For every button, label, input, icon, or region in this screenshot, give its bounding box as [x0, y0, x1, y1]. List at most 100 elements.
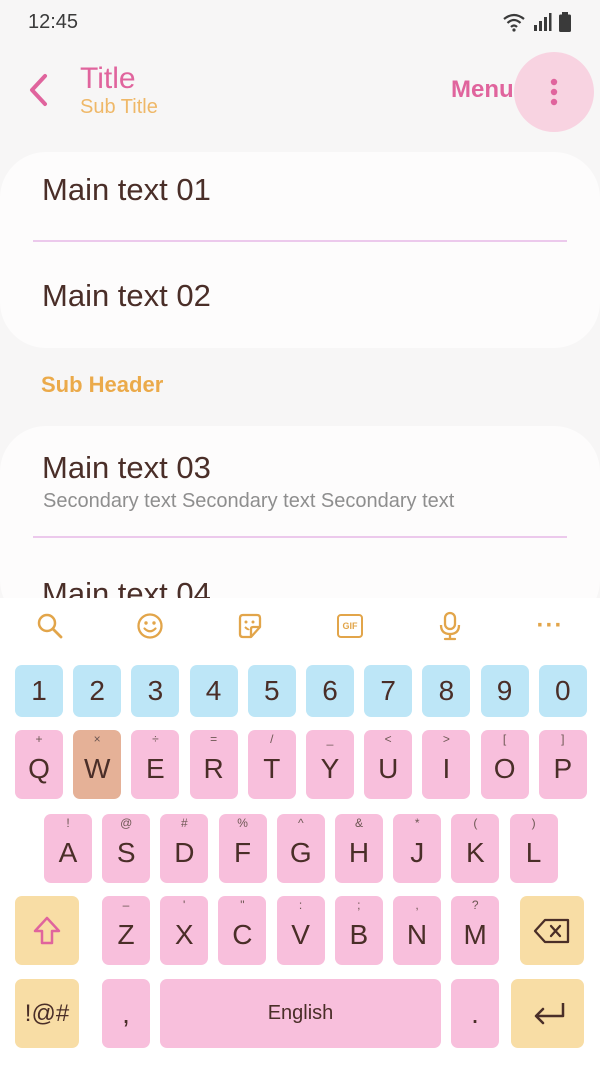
- key-p[interactable]: ] P: [538, 730, 587, 799]
- key-label: Y: [320, 752, 340, 784]
- key-hint: %: [237, 816, 248, 830]
- key-d[interactable]: # D: [160, 814, 209, 883]
- keyboard-toolbar: GIF ···: [0, 598, 600, 654]
- key-y[interactable]: _ Y: [306, 730, 354, 799]
- key-label: Z: [117, 918, 135, 950]
- key-e[interactable]: ÷ E: [131, 730, 180, 799]
- key-h[interactable]: & H: [335, 814, 383, 883]
- key-hint: ,: [415, 898, 419, 912]
- key-6[interactable]: 6: [306, 665, 354, 717]
- search-button[interactable]: [32, 608, 68, 644]
- key-1[interactable]: 1: [15, 665, 63, 717]
- key-w[interactable]: × W: [73, 730, 122, 799]
- key-label: T: [263, 752, 281, 784]
- symbols-key[interactable]: !@#: [15, 979, 79, 1048]
- key-g[interactable]: ^ G: [276, 814, 325, 883]
- chevron-left-icon: [30, 74, 47, 106]
- key-label: D: [174, 836, 195, 868]
- emoji-icon: [137, 613, 163, 639]
- backspace-key[interactable]: [520, 896, 584, 965]
- key-hint: =: [210, 732, 218, 746]
- shift-key[interactable]: [15, 896, 79, 965]
- key-j[interactable]: * J: [393, 814, 442, 883]
- key-label: A: [58, 836, 78, 868]
- key-o[interactable]: [O: [480, 730, 529, 799]
- key-c[interactable]: " C: [218, 896, 267, 965]
- page-title: Title: [80, 62, 136, 95]
- gif-button[interactable]: GIF: [332, 608, 368, 644]
- key-label: P: [553, 752, 573, 784]
- list-card-2: Main text 03 Secondary text Secondary te…: [0, 426, 600, 626]
- key-3[interactable]: 3: [131, 665, 180, 717]
- search-icon: [37, 613, 63, 639]
- key-t[interactable]: / T: [247, 730, 296, 799]
- key-hint: ×: [93, 732, 101, 746]
- key-l[interactable]: ) L: [509, 814, 558, 883]
- key-label: R: [203, 752, 224, 784]
- enter-key[interactable]: [511, 979, 584, 1048]
- key-hint: ;: [357, 898, 361, 912]
- gif-icon: GIF: [337, 614, 363, 638]
- emoji-button[interactable]: [132, 608, 168, 644]
- key-label: C: [232, 918, 253, 950]
- key-k[interactable]: (K: [451, 814, 500, 883]
- key-5[interactable]: 5: [247, 665, 296, 717]
- key-0[interactable]: 0: [538, 665, 587, 717]
- key-9[interactable]: 9: [480, 665, 529, 717]
- space-key[interactable]: English: [160, 979, 441, 1048]
- key-u[interactable]: < U: [364, 730, 413, 799]
- status-time: 12:45: [28, 10, 79, 33]
- divider: [33, 536, 567, 538]
- key-hint: >: [442, 732, 450, 746]
- key-a[interactable]: ! A: [44, 814, 92, 883]
- list-item-3-secondary: Secondary text Secondary text Secondary …: [43, 490, 455, 512]
- back-button[interactable]: [20, 70, 56, 110]
- key-m[interactable]: ? M: [451, 896, 500, 965]
- key-hint: &: [354, 816, 363, 830]
- comma-key[interactable]: ,: [102, 979, 150, 1048]
- key-f[interactable]: % F: [218, 814, 267, 883]
- sticker-button[interactable]: [232, 608, 268, 644]
- key-hint: :: [298, 898, 303, 912]
- voice-input-button[interactable]: [432, 608, 468, 644]
- key-b[interactable]: ; B: [334, 896, 383, 965]
- menu-button[interactable]: Menu: [451, 76, 514, 104]
- key-r[interactable]: = R: [189, 730, 238, 799]
- key-i[interactable]: > I: [422, 730, 471, 799]
- more-icon[interactable]: ···: [532, 608, 568, 644]
- key-label: F: [234, 836, 252, 868]
- divider: [33, 240, 567, 242]
- shift-icon: [33, 916, 61, 944]
- status-bar: 12:45: [0, 0, 600, 44]
- mic-icon: [439, 611, 461, 641]
- key-v[interactable]: :V: [276, 896, 325, 965]
- key-z[interactable]: – Z: [102, 896, 150, 965]
- key-hint: _: [326, 732, 334, 746]
- key-2[interactable]: 2: [73, 665, 122, 717]
- page-subtitle: Sub Title: [80, 96, 158, 118]
- key-s[interactable]: @ S: [102, 814, 151, 883]
- list-item-3[interactable]: Main text 03: [42, 450, 211, 486]
- key-hint: ": [240, 898, 245, 912]
- key-q[interactable]: + Q: [15, 730, 63, 799]
- key-label: H: [348, 836, 370, 868]
- key-label: V: [291, 918, 310, 950]
- key-8[interactable]: 8: [422, 665, 471, 717]
- key-4[interactable]: 4: [189, 665, 238, 717]
- list-item-2[interactable]: Main text 02: [42, 278, 211, 314]
- key-7[interactable]: 7: [364, 665, 413, 717]
- sub-header: Sub Header: [41, 372, 164, 397]
- key-hint: [: [502, 732, 507, 746]
- more-options-button[interactable]: [514, 52, 594, 132]
- key-hint: ?: [471, 898, 479, 912]
- key-hint: –: [122, 898, 130, 912]
- period-key[interactable]: .: [451, 979, 499, 1048]
- key-x[interactable]: ' X: [160, 896, 209, 965]
- key-n[interactable]: ,N: [393, 896, 441, 965]
- list-item-1[interactable]: Main text 01: [42, 172, 211, 208]
- sticker-icon: [238, 613, 262, 639]
- backspace-icon: [533, 918, 570, 943]
- key-hint: !: [66, 816, 70, 830]
- key-label: I: [442, 752, 451, 784]
- key-hint: #: [181, 816, 188, 830]
